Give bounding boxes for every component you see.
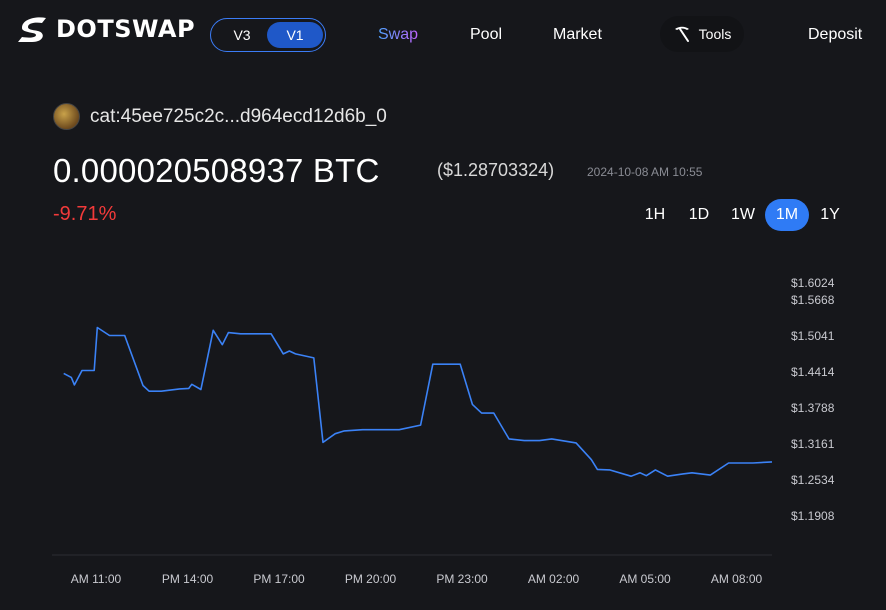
x-tick-label: AM 08:00	[711, 572, 763, 586]
y-tick-label: $1.3788	[791, 401, 835, 415]
x-tick-label: AM 02:00	[528, 572, 580, 586]
y-tick-label: $1.3161	[791, 437, 835, 451]
x-tick-label: PM 17:00	[253, 572, 305, 586]
y-tick-label: $1.1908	[791, 509, 835, 523]
price-line	[63, 326, 773, 478]
x-tick-label: PM 14:00	[162, 572, 214, 586]
y-tick-label: $1.4414	[791, 365, 835, 379]
x-tick-label: PM 23:00	[436, 572, 488, 586]
y-tick-label: $1.5041	[791, 329, 835, 343]
y-tick-label: $1.5668	[791, 293, 835, 307]
x-tick-label: AM 05:00	[619, 572, 671, 586]
price-chart[interactable]: $1.6024 $1.5668 $1.5041 $1.4414 $1.3788 $1.31…	[0, 0, 886, 610]
y-tick-label: $1.2534	[791, 473, 835, 487]
y-tick-label: $1.6024	[791, 276, 835, 290]
x-tick-label: AM 11:00	[71, 572, 122, 586]
x-tick-label: PM 20:00	[345, 572, 397, 586]
